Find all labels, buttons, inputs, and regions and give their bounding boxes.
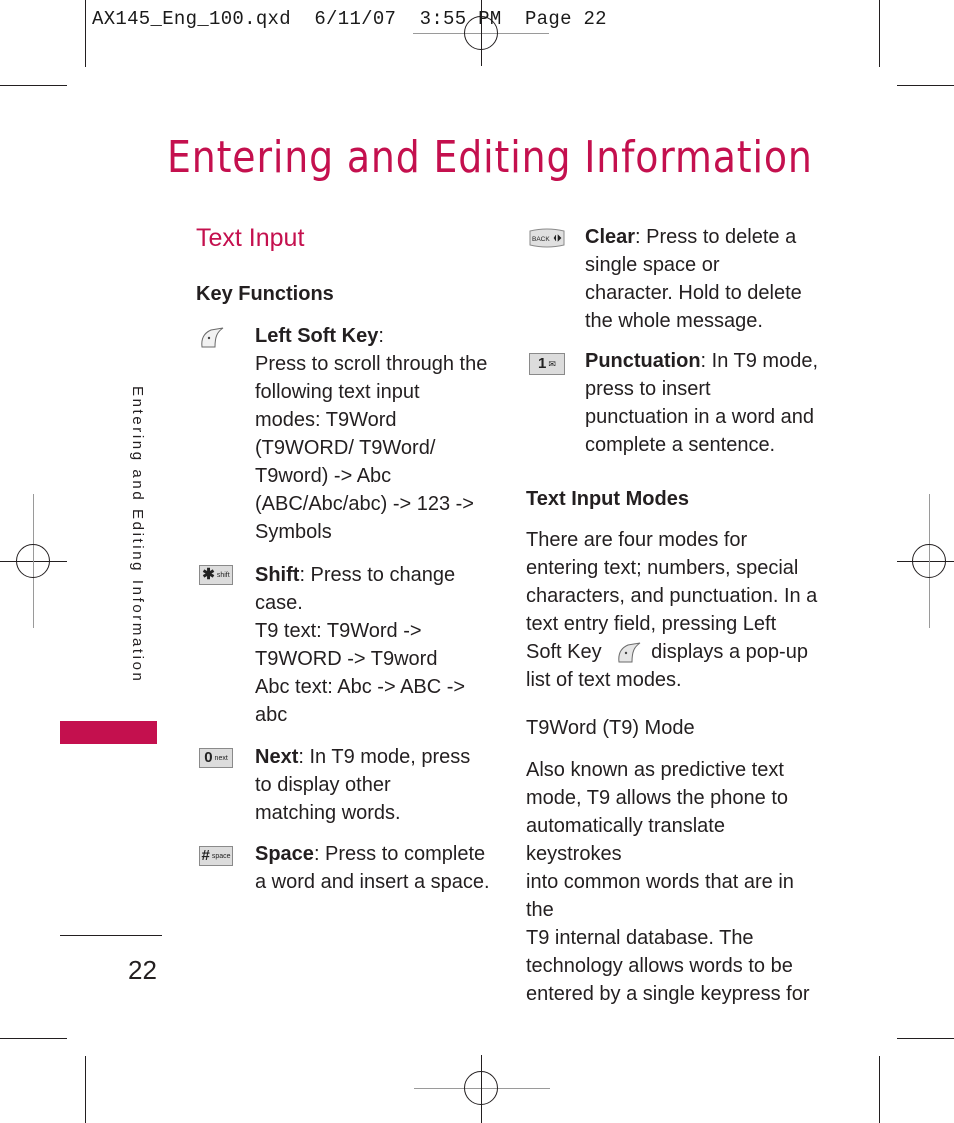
paragraph-line: There are four modes for xyxy=(526,529,748,551)
clear-term: Clear xyxy=(585,226,636,248)
desc-line: to display other xyxy=(255,774,391,796)
desc-line: case. xyxy=(255,592,303,614)
desc-line: character. Hold to delete xyxy=(585,282,802,304)
paragraph-line: entered by a single keypress for xyxy=(526,983,810,1005)
crop-mark-top-right-horizontal xyxy=(897,85,954,86)
crop-mark-bottom-left-vertical xyxy=(85,1056,86,1123)
punctuation-term: Punctuation xyxy=(585,350,701,372)
paragraph-line: Soft Key xyxy=(526,641,602,663)
space-term: Space xyxy=(255,843,314,865)
desc-line: the whole message. xyxy=(585,310,763,332)
crop-mark-bottom-right-vertical xyxy=(879,1056,880,1123)
registration-mark-right-circle xyxy=(912,544,946,578)
back-clear-key-icon: BACK xyxy=(529,228,565,248)
side-tab-bar xyxy=(60,721,157,744)
desc-line: a word and insert a space. xyxy=(255,871,490,893)
crop-mark-bottom-right-horizontal xyxy=(897,1038,954,1039)
crop-mark-top-left-horizontal xyxy=(0,85,67,86)
key-caption: space xyxy=(211,852,231,860)
desc-line: following text input xyxy=(255,381,420,403)
desc-line: : Press to change xyxy=(299,564,456,586)
desc-line: Press to scroll through the xyxy=(255,353,488,375)
desc-line: matching words. xyxy=(255,802,401,824)
paragraph-line: displays a pop-up xyxy=(651,641,808,663)
paragraph-line: list of text modes. xyxy=(526,669,682,691)
registration-mark-left-circle xyxy=(16,544,50,578)
page-number: 22 xyxy=(128,955,157,985)
desc-line: press to insert xyxy=(585,378,711,400)
desc-line: (ABC/Abc/abc) -> 123 -> xyxy=(255,493,474,515)
desc-line: : Press to complete xyxy=(313,843,486,865)
section-heading: Text Input xyxy=(196,224,305,252)
desc-line: T9 text: T9Word -> xyxy=(255,620,422,642)
one-punctuation-key-icon: 1 ✉ xyxy=(529,353,565,375)
punctuation-description: Punctuation: In T9 mode, press to insert… xyxy=(585,347,835,459)
desc-line: single space or xyxy=(585,254,720,276)
text-input-modes-heading: Text Input Modes xyxy=(526,488,689,510)
zero-next-key-icon: 0 next xyxy=(199,748,233,768)
key-functions-heading: Key Functions xyxy=(196,283,334,305)
key-glyph: ✱ xyxy=(202,566,215,583)
key-caption: next xyxy=(214,754,228,762)
crop-mark-bottom-left-horizontal xyxy=(0,1038,67,1039)
desc-line: complete a sentence. xyxy=(585,434,776,456)
desc-line: : In T9 mode, press xyxy=(298,746,471,768)
key-glyph: # xyxy=(201,847,210,864)
print-slug: AX145_Eng_100.qxd 6/11/07 3:55 PM Page 2… xyxy=(92,8,607,30)
paragraph-line: into common words that are in the xyxy=(526,871,794,921)
paragraph-line: T9 internal database. The xyxy=(526,927,754,949)
clear-description: Clear: Press to delete a single space or… xyxy=(585,223,835,335)
paragraph-line: entering text; numbers, special xyxy=(526,557,799,579)
desc-line: : In T9 mode, xyxy=(700,350,819,372)
desc-line: Abc text: Abc -> ABC -> xyxy=(255,676,466,698)
paragraph-line: automatically translate keystrokes xyxy=(526,815,725,865)
page-title: Entering and Editing Information xyxy=(167,132,813,183)
desc-line: (T9WORD/ T9Word/ xyxy=(255,437,436,459)
paragraph-line: characters, and punctuation. In a xyxy=(526,585,818,607)
next-term: Next xyxy=(255,746,299,768)
key-caption: ✉ xyxy=(548,358,556,369)
desc-line: T9WORD -> T9word xyxy=(255,648,438,670)
side-tab-label: Entering and Editing Information xyxy=(129,386,146,684)
text-input-modes-paragraph: There are four modes for entering text; … xyxy=(526,526,826,694)
star-shift-key-icon: ✱ shift xyxy=(199,565,233,585)
t9word-mode-paragraph: Also known as predictive text mode, T9 a… xyxy=(526,756,826,1008)
left-soft-key-icon xyxy=(618,642,641,663)
desc-line: abc xyxy=(255,704,288,726)
paragraph-line: mode, T9 allows the phone to xyxy=(526,787,789,809)
desc-line: Symbols xyxy=(255,521,332,543)
left-soft-key-icon xyxy=(201,327,224,348)
left-soft-key-description: Left Soft Key: Press to scroll through t… xyxy=(255,322,515,546)
key-caption: shift xyxy=(216,571,230,579)
svg-text:BACK: BACK xyxy=(532,236,550,243)
key-glyph: 0 xyxy=(204,749,213,766)
paragraph-line: technology allows words to be xyxy=(526,955,793,977)
page-number-rule xyxy=(60,935,162,936)
hash-space-key-icon: # space xyxy=(199,846,233,866)
crop-mark-top-right-vertical xyxy=(879,0,880,67)
desc-line: punctuation in a word and xyxy=(585,406,815,428)
desc-line: T9word) -> Abc xyxy=(255,465,392,487)
desc-line: : Press to delete a xyxy=(635,226,797,248)
t9word-mode-heading: T9Word (T9) Mode xyxy=(526,717,695,739)
left-soft-key-term: Left Soft Key xyxy=(255,325,379,347)
desc-line: modes: T9Word xyxy=(255,409,397,431)
paragraph-line: Also known as predictive text xyxy=(526,759,784,781)
next-description: Next: In T9 mode, press to display other… xyxy=(255,743,505,827)
shift-description: Shift: Press to change case. T9 text: T9… xyxy=(255,561,505,729)
crop-mark-top-left-vertical xyxy=(85,0,86,67)
paragraph-line: text entry field, pressing Left xyxy=(526,613,777,635)
shift-term: Shift xyxy=(255,564,300,586)
registration-mark-bottom-circle xyxy=(464,1071,498,1105)
space-description: Space: Press to complete a word and inse… xyxy=(255,840,505,896)
key-glyph: 1 xyxy=(538,355,547,372)
